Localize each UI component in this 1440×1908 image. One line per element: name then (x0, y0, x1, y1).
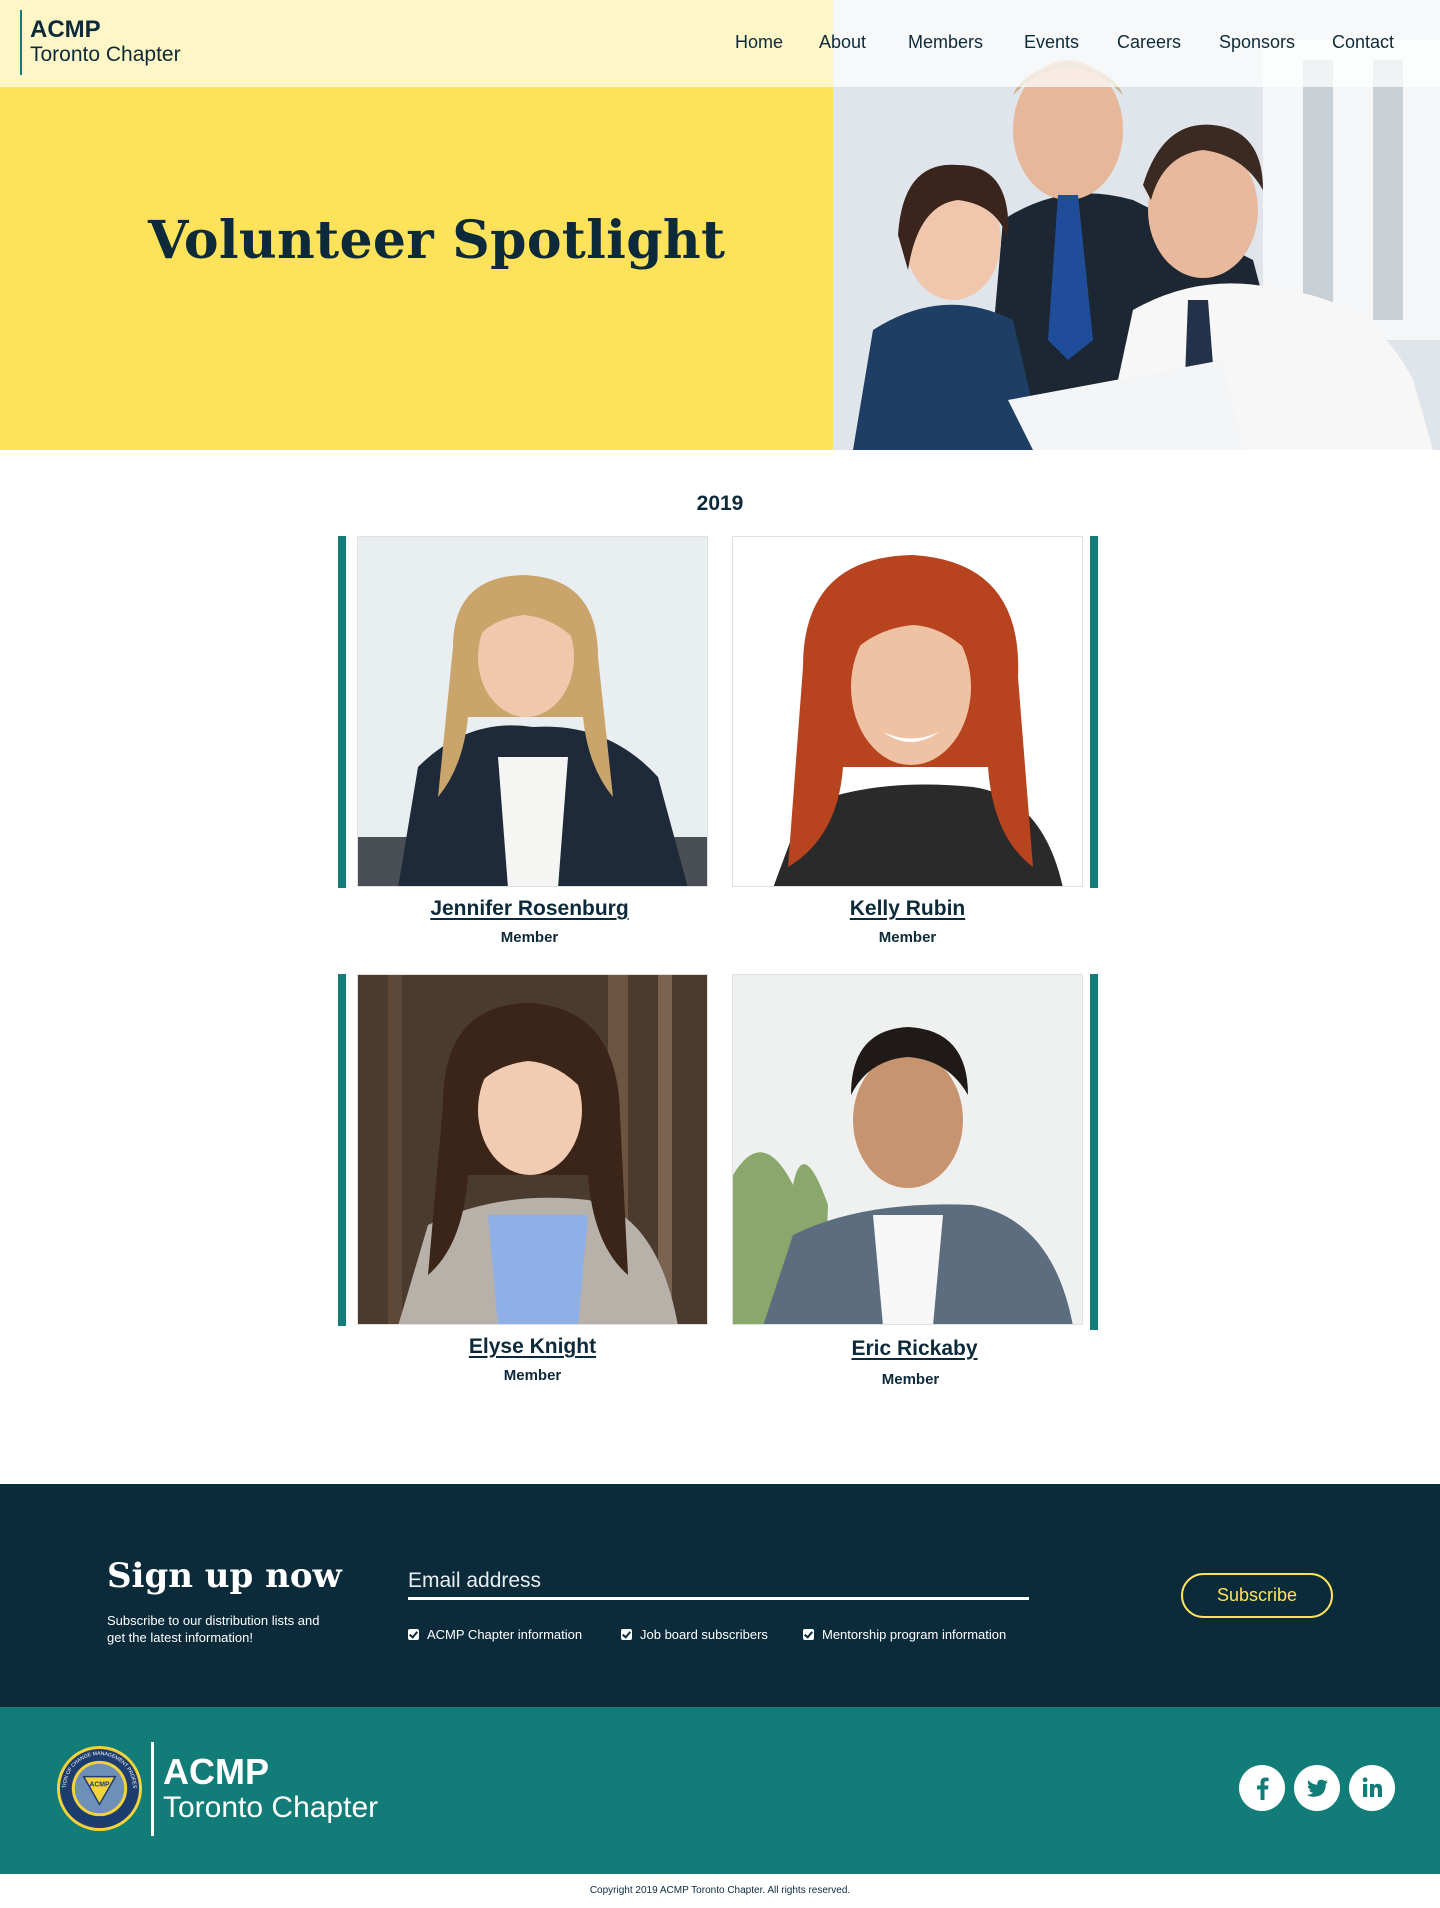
copyright-text: Copyright 2019 ACMP Toronto Chapter. All… (589, 1885, 851, 1896)
main-nav: Home About Members Events Careers Sponso… (0, 32, 1440, 56)
page-title: Volunteer Spotlight (148, 210, 726, 271)
card-accent-bar (338, 536, 346, 888)
member-photo-elyse-knight[interactable] (357, 974, 708, 1325)
member-role: Member (881, 1371, 940, 1388)
facebook-glyph (1257, 1777, 1269, 1800)
spotlight-year: 2019 (696, 492, 744, 515)
member-name-link[interactable]: Kelly Rubin (732, 897, 1083, 921)
card-accent-bar (338, 974, 346, 1326)
checkbox-checked[interactable] (408, 1628, 419, 1640)
acmp-seal-logo: ACMP ASSOCIATION OF CHANGE MANAGEMENT PR… (56, 1745, 143, 1832)
subscribe-button[interactable]: Subscribe (1181, 1573, 1333, 1618)
nav-events[interactable]: Events (1024, 32, 1079, 53)
member-portrait (358, 975, 707, 1324)
member-role: Member (503, 1367, 562, 1384)
member-name-link[interactable]: Jennifer Rosenburg (354, 897, 705, 921)
seal-center-text: ACMP (89, 1782, 110, 1789)
card-accent-bar (1090, 536, 1098, 888)
signup-title: Sign up now (107, 1556, 342, 1596)
nav-about[interactable]: About (819, 32, 866, 53)
member-name-link[interactable]: Eric Rickaby (739, 1337, 1090, 1361)
footer-logo-chapter: Toronto Chapter (163, 1791, 379, 1824)
member-name-link[interactable]: Elyse Knight (357, 1335, 708, 1359)
footer-logo-acmp: ACMP (163, 1751, 269, 1792)
signup-subtitle: Subscribe to our distribution lists and … (107, 1613, 320, 1645)
nav-contact[interactable]: Contact (1332, 32, 1394, 53)
member-photo-eric-rickaby[interactable] (732, 974, 1083, 1325)
card-accent-bar (1090, 974, 1098, 1330)
facebook-icon[interactable] (1239, 1765, 1285, 1811)
checkbox-checked[interactable] (803, 1628, 814, 1640)
nav-careers[interactable]: Careers (1117, 32, 1181, 53)
email-input[interactable] (408, 1564, 1029, 1597)
nav-home[interactable]: Home (735, 32, 783, 53)
signup-section: Sign up now Subscribe to our distributio… (0, 1484, 1440, 1707)
twitter-glyph (1306, 1779, 1328, 1797)
nav-members[interactable]: Members (908, 32, 983, 53)
option-label: ACMP Chapter information (427, 1626, 583, 1642)
footer-logo[interactable]: ACMP Toronto Chapter (151, 1742, 378, 1836)
linkedin-icon[interactable] (1349, 1765, 1395, 1811)
member-photo-kelly-rubin[interactable] (732, 536, 1083, 887)
option-label: Mentorship program information (822, 1626, 1007, 1642)
top-navigation-bar: ACMP Toronto Chapter Home About Members … (0, 0, 1440, 87)
option-chapter-information[interactable]: ACMP Chapter information (408, 1625, 582, 1643)
linkedin-glyph (1362, 1777, 1382, 1797)
checkbox-checked[interactable] (621, 1628, 632, 1640)
hero-section: ACMP Toronto Chapter Home About Members … (0, 0, 1440, 450)
member-portrait (733, 975, 1082, 1324)
member-photo-jennifer-rosenburg[interactable] (357, 536, 708, 887)
twitter-icon[interactable] (1294, 1765, 1340, 1811)
member-portrait (358, 537, 707, 886)
member-portrait (733, 537, 1082, 886)
option-mentorship[interactable]: Mentorship program information (803, 1625, 1006, 1643)
member-role: Member (500, 929, 559, 946)
email-field (408, 1564, 1029, 1600)
option-label: Job board subscribers (640, 1626, 768, 1642)
nav-sponsors[interactable]: Sponsors (1219, 32, 1295, 53)
site-footer: ACMP ASSOCIATION OF CHANGE MANAGEMENT PR… (0, 1707, 1440, 1874)
option-job-board[interactable]: Job board subscribers (621, 1625, 768, 1643)
member-role: Member (878, 929, 937, 946)
